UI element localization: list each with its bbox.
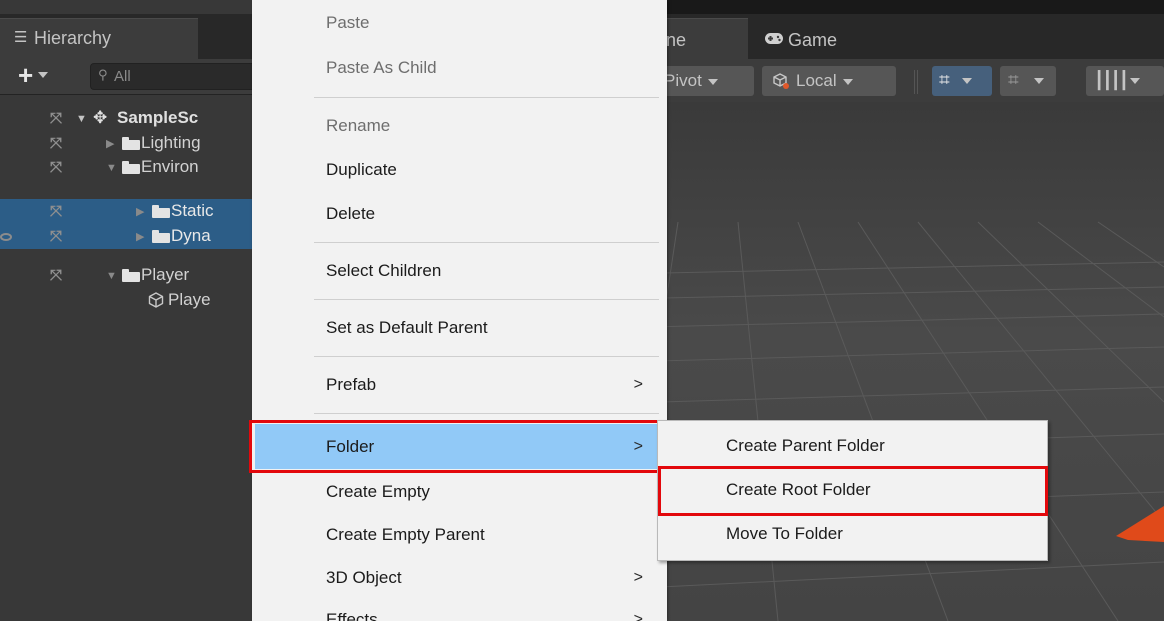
increment-snap-toggle[interactable]: ⌗ <box>1000 66 1056 96</box>
expand-arrow-icon[interactable]: ▶ <box>106 137 114 151</box>
menu-separator <box>314 299 659 300</box>
menu-separator <box>314 97 659 98</box>
folder-icon <box>122 161 140 174</box>
menu-item-label: Paste <box>326 13 370 32</box>
submenu-item-label: Move To Folder <box>726 524 843 543</box>
menu-separator <box>314 413 659 414</box>
menu-item-label: 3D Object <box>326 568 402 587</box>
tree-row-player-object[interactable]: Playe <box>0 288 258 312</box>
menu-item-label: Duplicate <box>326 160 397 179</box>
submenu-arrow-icon: > <box>633 376 643 393</box>
expand-arrow-icon[interactable]: ▼ <box>76 112 87 126</box>
pickable-icon[interactable]: ⤧ <box>50 229 66 245</box>
pickable-icon[interactable]: ⤧ <box>50 268 66 284</box>
tree-row-label: Player <box>141 265 190 284</box>
tree-row-environment[interactable]: ⤧ ▼ Environ <box>0 155 258 179</box>
pickable-icon[interactable]: ⤧ <box>50 204 66 220</box>
tab-game-label: Game <box>788 30 838 50</box>
menu-item-label: Select Children <box>326 261 442 280</box>
menu-item-paste[interactable]: Paste <box>255 3 659 43</box>
menu-separator <box>314 242 659 243</box>
tree-row-lighting[interactable]: ⤧ ▶ Lighting <box>0 131 258 155</box>
visibility-eye-icon[interactable] <box>0 231 14 245</box>
tree-row-label: Environ <box>141 157 199 176</box>
menu-item-create-empty-parent[interactable]: Create Empty Parent <box>255 515 659 555</box>
menu-item-delete[interactable]: Delete <box>255 194 659 234</box>
menu-item-label: Create Empty <box>326 482 430 501</box>
local-space-icon <box>773 73 789 89</box>
ruler-toggle[interactable]: ┃┃┃┃ <box>1086 66 1164 96</box>
chevron-down-icon <box>707 78 718 85</box>
menu-item-label: Effects <box>326 610 378 621</box>
tree-row-scene[interactable]: ⤧ ▼ ✥ SampleSc <box>0 106 258 130</box>
unity-logo-icon: ✥ <box>93 108 108 127</box>
search-icon: ⚲ <box>98 67 108 82</box>
expand-arrow-icon[interactable]: ▼ <box>106 269 117 283</box>
menu-item-duplicate[interactable]: Duplicate <box>255 150 659 190</box>
gamepad-icon <box>765 33 783 44</box>
chevron-down-icon <box>962 78 972 84</box>
folder-icon <box>152 230 170 243</box>
annotation-frame-folder <box>249 420 661 473</box>
submenu-item-move-to-folder[interactable]: Move To Folder <box>660 514 1044 554</box>
expand-arrow-icon[interactable]: ▶ <box>136 205 144 219</box>
menu-item-set-default-parent[interactable]: Set as Default Parent <box>255 308 659 348</box>
pickable-icon[interactable]: ⤧ <box>50 136 66 152</box>
submenu-item-label: Create Parent Folder <box>726 436 885 455</box>
menu-item-label: Delete <box>326 204 376 223</box>
menu-item-create-empty[interactable]: Create Empty <box>255 472 659 512</box>
menu-item-paste-as-child[interactable]: Paste As Child <box>255 48 659 88</box>
menu-item-select-children[interactable]: Select Children <box>255 251 659 291</box>
expand-arrow-icon[interactable]: ▶ <box>136 230 144 244</box>
cube-icon <box>148 292 164 308</box>
chevron-down-icon <box>1130 78 1140 84</box>
chevron-down-icon <box>842 78 853 85</box>
menu-item-label: Create Empty Parent <box>326 525 485 544</box>
tree-row-label: Lighting <box>141 133 201 152</box>
menu-item-label: Rename <box>326 116 391 135</box>
menu-item-label: Set as Default Parent <box>326 318 488 337</box>
folder-icon <box>152 205 170 218</box>
menu-item-3d-object[interactable]: 3D Object > <box>255 558 659 598</box>
menu-separator <box>314 356 659 357</box>
local-label: Local <box>796 71 837 90</box>
tree-row-player-folder[interactable]: ⤧ ▼ Player <box>0 263 258 287</box>
grid-snap-toggle[interactable]: ⌗ <box>932 66 992 96</box>
tree-row-dynamic[interactable]: ⤧ ▶ Dyna <box>0 224 258 249</box>
chevron-down-icon <box>1034 78 1044 84</box>
toolbar-divider <box>914 70 918 94</box>
annotation-frame-create-root-folder <box>658 466 1048 516</box>
expand-arrow-icon[interactable]: ▼ <box>106 161 117 175</box>
tree-row-label: Static <box>171 201 214 220</box>
submenu-arrow-icon: > <box>633 569 643 586</box>
increment-snap-icon: ⌗ <box>1008 70 1019 91</box>
pivot-label: Pivot <box>664 71 702 90</box>
pickable-icon[interactable]: ⤧ <box>50 111 66 127</box>
local-dropdown[interactable]: Local <box>762 66 896 96</box>
hierarchy-search-input[interactable] <box>114 66 254 86</box>
grid-snap-icon: ⌗ <box>939 70 950 91</box>
folder-icon <box>122 137 140 150</box>
submenu-arrow-icon: > <box>633 611 643 621</box>
add-object-button[interactable]: + <box>18 60 33 90</box>
menu-item-rename[interactable]: Rename <box>255 106 659 146</box>
submenu-item-create-parent-folder[interactable]: Create Parent Folder <box>660 426 1044 466</box>
list-icon: ☰ <box>14 29 28 46</box>
ruler-icon: ┃┃┃┃ <box>1094 71 1129 90</box>
menu-item-label: Paste As Child <box>326 58 437 77</box>
folder-icon <box>122 269 140 282</box>
tree-row-label: Playe <box>168 290 211 309</box>
chevron-down-icon[interactable] <box>38 72 48 78</box>
pickable-icon[interactable]: ⤧ <box>50 160 66 176</box>
tree-row-label: Dyna <box>171 226 211 245</box>
menu-item-label: Prefab <box>326 375 377 394</box>
menu-item-effects[interactable]: Effects > <box>255 600 659 621</box>
tab-hierarchy-label: Hierarchy <box>34 28 112 48</box>
tree-row-static[interactable]: ⤧ ▶ Static <box>0 199 258 224</box>
tree-row-label: SampleSc <box>117 108 199 127</box>
menu-item-prefab[interactable]: Prefab > <box>255 365 659 405</box>
